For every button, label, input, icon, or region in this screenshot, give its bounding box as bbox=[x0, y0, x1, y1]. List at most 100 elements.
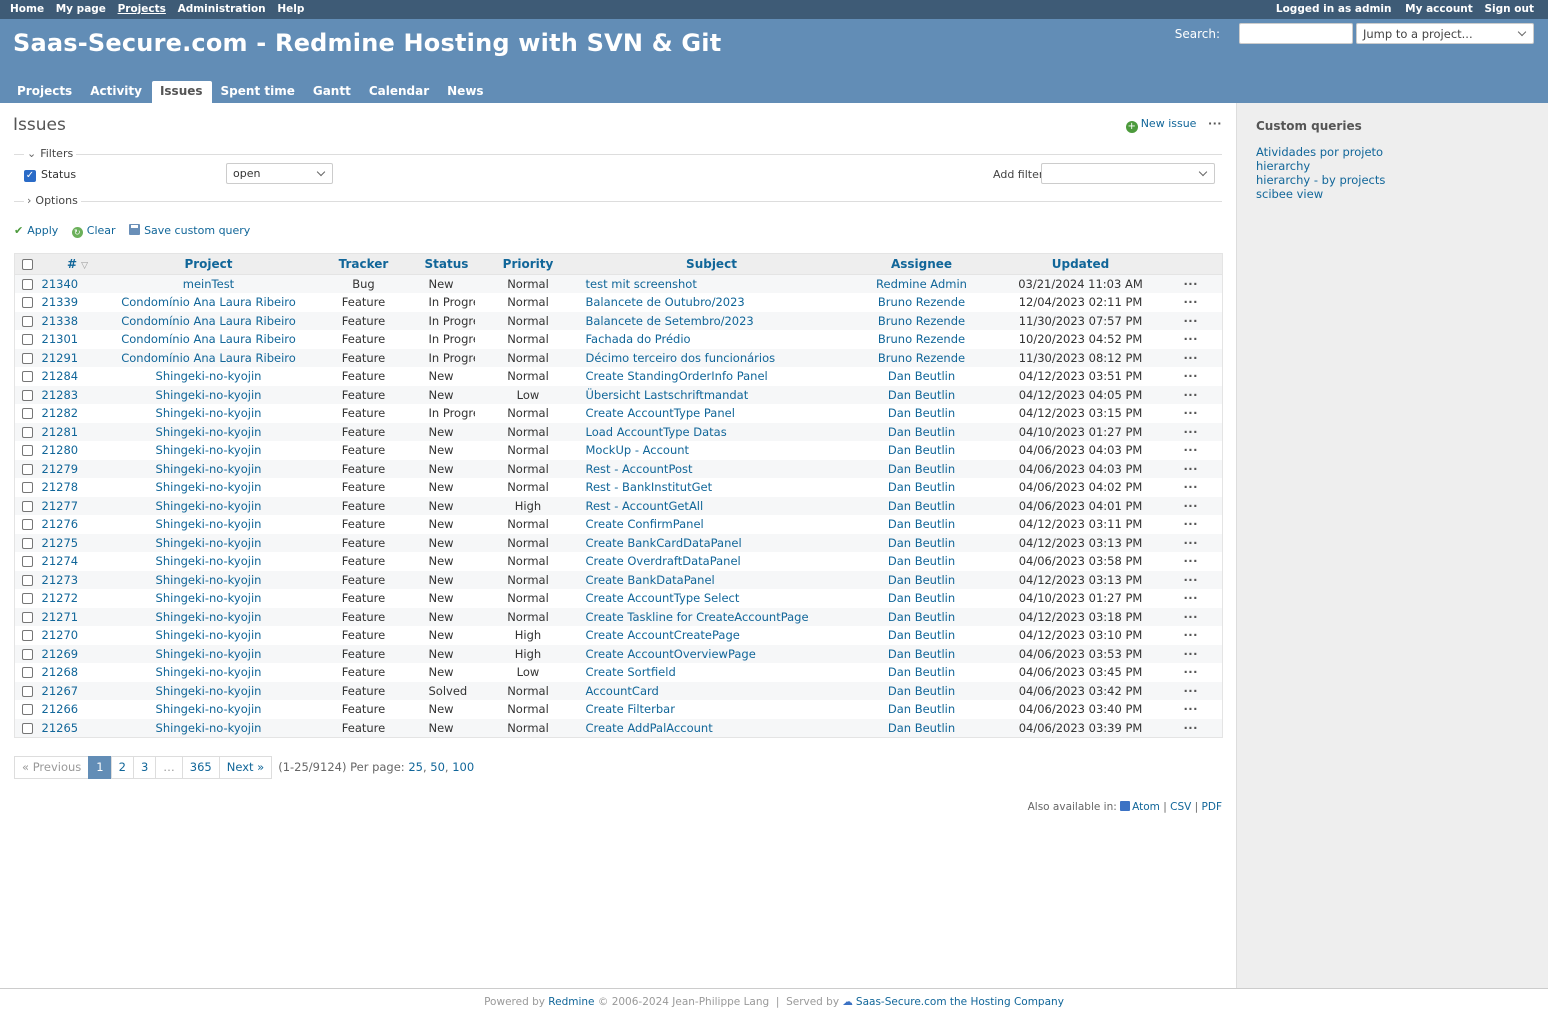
row-checkbox[interactable] bbox=[22, 537, 34, 549]
issue-subject[interactable]: Rest - AccountPost bbox=[586, 462, 693, 476]
column-header-id[interactable]: # ▽ bbox=[40, 253, 115, 275]
issue-subject[interactable]: Create BankDataPanel bbox=[586, 573, 715, 587]
issue-project[interactable]: Shingeki-no-kyojin bbox=[156, 573, 262, 587]
issue-assignee[interactable]: Dan Beutlin bbox=[888, 610, 955, 624]
table-row[interactable]: 21338 Condomínio Ana Laura Ribeiro Feature… bbox=[14, 311, 1223, 330]
issue-id[interactable]: 21266 bbox=[42, 702, 79, 716]
issue-id[interactable]: 21276 bbox=[42, 517, 79, 531]
issue-subject[interactable]: Create BankCardDataPanel bbox=[586, 536, 742, 550]
row-actions-icon[interactable]: ··· bbox=[1183, 610, 1198, 624]
issue-id[interactable]: 21273 bbox=[42, 573, 79, 587]
row-actions-icon[interactable]: ··· bbox=[1183, 332, 1198, 346]
tab-issues[interactable]: Issues bbox=[151, 81, 212, 103]
issue-id[interactable]: 21274 bbox=[42, 554, 79, 568]
issue-project[interactable]: Shingeki-no-kyojin bbox=[156, 406, 262, 420]
issue-subject[interactable]: Create AddPalAccount bbox=[586, 721, 713, 735]
issue-project[interactable]: Shingeki-no-kyojin bbox=[156, 425, 262, 439]
pagination-next[interactable]: Next » bbox=[218, 756, 273, 779]
row-checkbox[interactable] bbox=[22, 334, 34, 346]
issue-subject[interactable]: Create AccountType Select bbox=[586, 591, 740, 605]
column-header-subject[interactable]: Subject bbox=[581, 253, 842, 275]
table-row[interactable]: 21291 Condomínio Ana Laura Ribeiro Feature… bbox=[14, 348, 1223, 367]
issue-subject[interactable]: Create Filterbar bbox=[586, 702, 675, 716]
per-page-50[interactable]: 50 bbox=[430, 760, 445, 774]
column-header-project[interactable]: Project bbox=[114, 253, 303, 275]
row-actions-icon[interactable]: ··· bbox=[1183, 369, 1198, 383]
issue-id[interactable]: 21279 bbox=[42, 462, 79, 476]
tab-news[interactable]: News bbox=[439, 81, 492, 103]
issue-assignee[interactable]: Bruno Rezende bbox=[878, 295, 965, 309]
apply-button[interactable]: ✔ Apply bbox=[14, 224, 58, 237]
row-checkbox[interactable] bbox=[22, 352, 34, 364]
row-actions-icon[interactable]: ··· bbox=[1183, 295, 1198, 309]
issue-assignee[interactable]: Dan Beutlin bbox=[888, 425, 955, 439]
issue-id[interactable]: 21277 bbox=[42, 499, 79, 513]
issue-project[interactable]: Shingeki-no-kyojin bbox=[156, 443, 262, 457]
issue-subject[interactable]: Create AccountType Panel bbox=[586, 406, 735, 420]
issue-subject[interactable]: Create AccountCreatePage bbox=[586, 628, 740, 642]
tab-activity[interactable]: Activity bbox=[82, 81, 151, 103]
issue-id[interactable]: 21271 bbox=[42, 610, 79, 624]
row-checkbox[interactable] bbox=[22, 648, 34, 660]
row-actions-icon[interactable]: ··· bbox=[1183, 425, 1198, 439]
footer-redmine-link[interactable]: Redmine bbox=[548, 996, 594, 1008]
row-actions-icon[interactable]: ··· bbox=[1183, 702, 1198, 716]
issue-assignee[interactable]: Dan Beutlin bbox=[888, 499, 955, 513]
column-header-assignee[interactable]: Assignee bbox=[841, 253, 1002, 275]
issue-project[interactable]: Shingeki-no-kyojin bbox=[156, 702, 262, 716]
issue-assignee[interactable]: Dan Beutlin bbox=[888, 554, 955, 568]
top-menu-administration[interactable]: Administration bbox=[178, 3, 266, 15]
issue-assignee[interactable]: Dan Beutlin bbox=[888, 462, 955, 476]
issue-project[interactable]: Shingeki-no-kyojin bbox=[156, 591, 262, 605]
issue-project[interactable]: Condomínio Ana Laura Ribeiro bbox=[121, 314, 296, 328]
issue-project[interactable]: Shingeki-no-kyojin bbox=[156, 610, 262, 624]
table-row[interactable]: 21301 Condomínio Ana Laura Ribeiro Feature… bbox=[14, 330, 1223, 349]
save-query-button[interactable]: Save custom query bbox=[129, 224, 250, 237]
top-menu-projects[interactable]: Projects bbox=[118, 3, 166, 15]
issue-subject[interactable]: Décimo terceiro dos funcionários bbox=[586, 351, 776, 365]
issue-subject[interactable]: Balancete de Setembro/2023 bbox=[586, 314, 754, 328]
table-row[interactable]: 21269 Shingeki-no-kyojin Feature New High Cre… bbox=[14, 644, 1223, 663]
row-checkbox[interactable] bbox=[22, 408, 34, 420]
issue-id[interactable]: 21270 bbox=[42, 628, 79, 642]
issue-assignee[interactable]: Dan Beutlin bbox=[888, 702, 955, 716]
issue-assignee[interactable]: Dan Beutlin bbox=[888, 591, 955, 605]
issue-subject[interactable]: Create StandingOrderInfo Panel bbox=[586, 369, 768, 383]
issue-assignee[interactable]: Dan Beutlin bbox=[888, 628, 955, 642]
table-row[interactable]: 21267 Shingeki-no-kyojin Feature Solved Norm… bbox=[14, 681, 1223, 700]
issue-subject[interactable]: Create Sortfield bbox=[586, 665, 676, 679]
my-account-link[interactable]: My account bbox=[1405, 3, 1473, 15]
table-row[interactable]: 21340 meinTest Bug New Normal test mit screen… bbox=[14, 274, 1223, 293]
column-header-tracker[interactable]: Tracker bbox=[302, 253, 425, 275]
top-menu-my-page[interactable]: My page bbox=[56, 3, 106, 15]
sidebar-query-hierarchy[interactable]: hierarchy bbox=[1256, 159, 1529, 173]
issue-id[interactable]: 21268 bbox=[42, 665, 79, 679]
issue-assignee[interactable]: Bruno Rezende bbox=[878, 314, 965, 328]
issue-project[interactable]: Shingeki-no-kyojin bbox=[156, 462, 262, 476]
select-all-checkbox[interactable] bbox=[22, 259, 34, 270]
row-checkbox[interactable] bbox=[22, 667, 34, 679]
issue-id[interactable]: 21291 bbox=[42, 351, 79, 365]
row-actions-icon[interactable]: ··· bbox=[1183, 591, 1198, 605]
row-checkbox[interactable] bbox=[22, 704, 34, 716]
issue-subject[interactable]: Rest - AccountGetAll bbox=[586, 499, 704, 513]
table-row[interactable]: 21283 Shingeki-no-kyojin Feature New Low Über… bbox=[14, 385, 1223, 404]
issue-project[interactable]: Shingeki-no-kyojin bbox=[156, 721, 262, 735]
status-filter-checkbox[interactable]: ✓ bbox=[24, 170, 36, 182]
row-checkbox[interactable] bbox=[22, 445, 34, 457]
issue-subject[interactable]: Übersicht Lastschriftmandat bbox=[586, 388, 749, 402]
issue-subject[interactable]: MockUp - Account bbox=[586, 443, 690, 457]
issue-subject[interactable]: Load AccountType Datas bbox=[586, 425, 727, 439]
issue-subject[interactable]: Rest - BankInstitutGet bbox=[586, 480, 713, 494]
row-actions-icon[interactable]: ··· bbox=[1183, 536, 1198, 550]
row-actions-icon[interactable]: ··· bbox=[1183, 684, 1198, 698]
table-row[interactable]: 21282 Shingeki-no-kyojin Feature In Progres… bbox=[14, 404, 1223, 423]
row-checkbox[interactable] bbox=[22, 389, 34, 401]
table-row[interactable]: 21274 Shingeki-no-kyojin Feature New Normal C… bbox=[14, 552, 1223, 571]
row-actions-icon[interactable]: ··· bbox=[1183, 721, 1198, 735]
format-atom[interactable]: Atom bbox=[1132, 801, 1160, 813]
issue-id[interactable]: 21339 bbox=[42, 295, 79, 309]
row-actions-icon[interactable]: ··· bbox=[1183, 388, 1198, 402]
row-checkbox[interactable] bbox=[22, 722, 34, 734]
issue-id[interactable]: 21269 bbox=[42, 647, 79, 661]
